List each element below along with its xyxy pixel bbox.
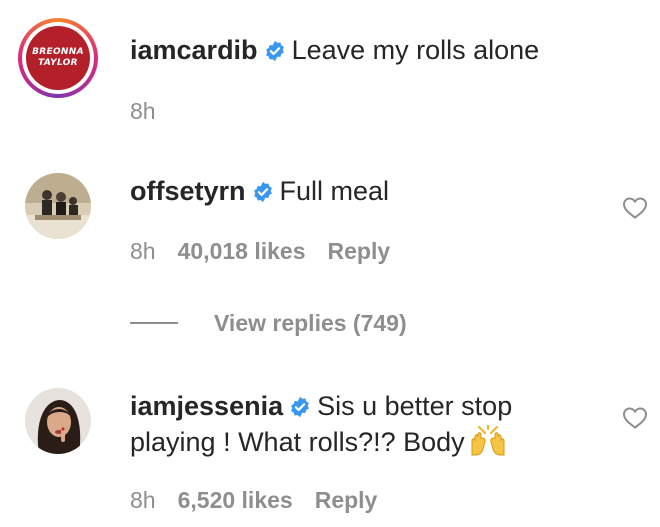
- username[interactable]: iamjessenia: [130, 391, 283, 421]
- raising-hands-emoji: [471, 425, 505, 456]
- avatar-iamjessenia[interactable]: [25, 388, 91, 454]
- view-replies-label: View replies (749): [214, 309, 407, 336]
- verified-badge-icon: [291, 396, 310, 418]
- comment-text-line2: playing ! What rolls?!? Body: [130, 427, 465, 457]
- view-replies-divider: [130, 322, 178, 324]
- likes-count[interactable]: 40,018 likes: [178, 238, 306, 264]
- comment-time: 8h: [130, 98, 156, 124]
- avatar-ring-gap: BREONNA TAYLOR: [22, 22, 94, 94]
- avatar-iamcardib[interactable]: BREONNA TAYLOR: [18, 18, 98, 98]
- avatar-photo: [25, 173, 91, 239]
- avatar-offsetyrn[interactable]: [25, 173, 91, 239]
- comment-meta: 8h 6,520 likes Reply: [130, 487, 399, 514]
- avatar-photo: [25, 388, 91, 454]
- view-replies-button[interactable]: View replies (749): [130, 306, 407, 340]
- likes-count[interactable]: 6,520 likes: [178, 487, 293, 513]
- comment-body: offsetyrn Full meal: [130, 173, 389, 214]
- comment-time: 8h: [130, 238, 156, 264]
- comment-meta: 8h: [130, 98, 178, 125]
- reply-button[interactable]: Reply: [328, 238, 391, 264]
- reply-button[interactable]: Reply: [315, 487, 378, 513]
- comment-meta: 8h 40,018 likes Reply: [130, 238, 412, 265]
- comment-time: 8h: [130, 487, 156, 513]
- verified-badge-icon: [265, 40, 284, 62]
- verified-badge-icon: [253, 181, 272, 203]
- comment-iamcardib: BREONNA TAYLOR iamcardib Leave my rolls a…: [0, 0, 660, 140]
- avatar-breonna-taylor-badge: BREONNA TAYLOR: [26, 26, 90, 90]
- comment-body-line2: playing ! What rolls?!? Body: [130, 424, 507, 465]
- comment-body: iamcardib Leave my rolls alone: [130, 32, 539, 73]
- heart-outline-icon[interactable]: [622, 196, 648, 220]
- avatar-text-line2: TAYLOR: [38, 58, 78, 68]
- comment-text-line1: Sis u better stop: [317, 391, 513, 421]
- avatar-text-line1: BREONNA: [32, 47, 84, 57]
- comment-text: Leave my rolls alone: [291, 35, 540, 65]
- comment-text: Full meal: [279, 176, 390, 206]
- username[interactable]: offsetyrn: [130, 176, 246, 206]
- heart-outline-icon[interactable]: [622, 406, 648, 430]
- comment-body-line1: iamjessenia Sis u better stop: [130, 388, 512, 429]
- username[interactable]: iamcardib: [130, 35, 258, 65]
